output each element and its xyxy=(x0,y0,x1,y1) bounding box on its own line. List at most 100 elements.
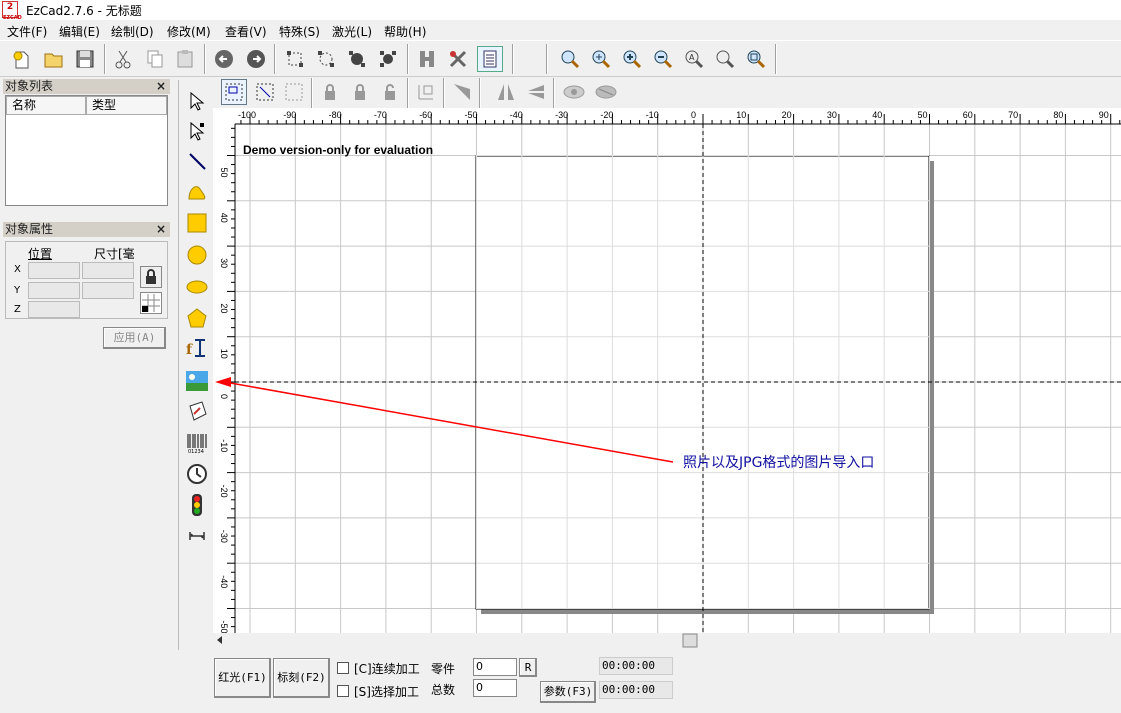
delay-clock-icon[interactable] xyxy=(184,461,210,487)
toolbar-separator xyxy=(443,78,445,108)
window-title: EzCad2.7.6 - 无标题 xyxy=(26,4,142,18)
menu-laser[interactable]: 激光(L) xyxy=(332,23,372,40)
paste-icon[interactable] xyxy=(172,46,198,72)
reset-button[interactable]: R xyxy=(519,658,537,677)
menu-file[interactable]: 文件(F) xyxy=(7,23,47,40)
ruler-v-label: -30 xyxy=(219,530,229,543)
object-list[interactable]: 名称 类型 xyxy=(5,95,168,206)
menu-draw[interactable]: 绘制(D) xyxy=(111,23,154,40)
ruler-v-label: -20 xyxy=(219,485,229,498)
pos-x-field[interactable] xyxy=(28,262,80,279)
io-signal-icon[interactable] xyxy=(184,492,210,518)
params-button[interactable]: 参数(F3) xyxy=(540,681,596,703)
group-icon[interactable] xyxy=(221,79,247,105)
selected-checkbox[interactable] xyxy=(337,685,349,697)
menu-special[interactable]: 特殊(S) xyxy=(279,23,320,40)
rectangle-icon[interactable] xyxy=(184,210,210,236)
node-align-icon[interactable] xyxy=(375,46,401,72)
hide-eye-icon[interactable] xyxy=(593,79,619,105)
show-eye-icon[interactable] xyxy=(561,79,587,105)
ruler-v-label: 40 xyxy=(219,213,229,223)
ungroup-icon[interactable] xyxy=(252,79,278,105)
cut-icon[interactable] xyxy=(110,46,136,72)
canvas-surface[interactable]: -100 -90 -80 -70 -60 -50 -40 -30 -20 -10 0 10 20 30 40… xyxy=(213,108,1121,648)
ruler-v-label: 10 xyxy=(219,349,229,359)
polygon-icon[interactable] xyxy=(184,305,210,331)
menu-view[interactable]: 查看(V) xyxy=(225,23,267,40)
settings-tool-icon[interactable] xyxy=(445,46,471,72)
redo-icon[interactable] xyxy=(243,46,269,72)
pos-z-field[interactable] xyxy=(28,301,80,318)
mark-control-bar: 红光(F1) 标刻(F2) [C]连续加工 [S]选择加工 零件 总数 0 R … xyxy=(213,648,1121,713)
object-list-title: 对象列表 xyxy=(5,79,54,93)
zoom-all-icon[interactable]: A xyxy=(681,46,707,72)
menu-help[interactable]: 帮助(H) xyxy=(384,23,426,40)
line-icon[interactable] xyxy=(184,148,210,174)
size-x-field[interactable] xyxy=(82,262,134,279)
vector-file-icon[interactable] xyxy=(184,398,210,424)
copy-icon[interactable] xyxy=(142,46,168,72)
hatch-icon[interactable] xyxy=(414,46,440,72)
lock-icon[interactable] xyxy=(317,79,343,105)
menu-modify[interactable]: 修改(M) xyxy=(167,23,211,40)
annotation-text: 照片以及JPG格式的图片导入口 xyxy=(683,455,874,471)
barcode-icon[interactable]: 01234 xyxy=(184,430,210,456)
new-icon[interactable] xyxy=(8,46,34,72)
select-arrow-icon[interactable] xyxy=(184,88,210,114)
to-origin-icon[interactable] xyxy=(413,79,439,105)
menu-edit[interactable]: 编辑(E) xyxy=(59,23,100,40)
column-name[interactable]: 名称 xyxy=(6,96,86,115)
reverse-path-icon[interactable] xyxy=(449,79,475,105)
mirror-vertical-icon[interactable] xyxy=(523,79,549,105)
lock-ratio-icon[interactable] xyxy=(140,266,162,288)
node-move-icon[interactable] xyxy=(344,46,370,72)
scrollbar-thumb[interactable] xyxy=(682,633,698,648)
anchor-grid-icon[interactable] xyxy=(140,292,162,314)
text-icon[interactable]: f xyxy=(184,335,210,361)
size-y-field[interactable] xyxy=(82,282,134,299)
unlock-icon[interactable] xyxy=(347,79,373,105)
unlock-all-icon[interactable] xyxy=(377,79,403,105)
node-select-icon[interactable] xyxy=(313,46,339,72)
ellipse-icon[interactable] xyxy=(184,274,210,300)
mark-button[interactable]: 标刻(F2) xyxy=(273,658,330,698)
column-type[interactable]: 类型 xyxy=(86,96,167,115)
zoom-select-icon[interactable] xyxy=(712,46,738,72)
horizontal-scrollbar[interactable] xyxy=(213,633,1121,648)
total-input[interactable]: 0 xyxy=(473,679,517,697)
ruler-h-label: -10 xyxy=(646,110,659,120)
ruler-h-label: 20 xyxy=(782,110,792,120)
parts-input[interactable]: 0 xyxy=(473,658,517,676)
zoom-page-icon[interactable] xyxy=(743,46,769,72)
zoom-icon[interactable] xyxy=(557,46,583,72)
edit-toolbar xyxy=(215,78,1121,108)
drawing-canvas[interactable]: -100 -90 -80 -70 -60 -50 -40 -30 -20 -10 0 10 20 30 40… xyxy=(213,108,1121,648)
node-tool-icon[interactable] xyxy=(184,118,210,144)
draw-toolbar: f 01234 xyxy=(178,80,212,650)
red-light-button[interactable]: 红光(F1) xyxy=(214,658,271,698)
pos-y-field[interactable] xyxy=(28,282,80,299)
curve-icon[interactable] xyxy=(184,179,210,205)
toolbar-separator xyxy=(274,44,276,74)
zoom-in-icon[interactable] xyxy=(588,46,614,72)
parameters-icon[interactable] xyxy=(477,46,503,72)
ruler-v-label: 30 xyxy=(219,258,229,268)
apply-button[interactable]: 应用(A) xyxy=(103,327,166,349)
mirror-horizontal-icon[interactable] xyxy=(493,79,519,105)
save-icon[interactable] xyxy=(72,46,98,72)
object-list-close-icon[interactable]: × xyxy=(156,79,166,94)
ruler-h-label: 0 xyxy=(691,110,696,120)
zoom-out-icon[interactable] xyxy=(650,46,676,72)
node-edit-icon[interactable] xyxy=(282,46,308,72)
object-list-header: 对象列表 × xyxy=(3,79,170,94)
port-output-icon[interactable] xyxy=(184,523,210,549)
bitmap-import-icon[interactable] xyxy=(184,368,210,394)
open-icon[interactable] xyxy=(40,46,66,72)
object-props-close-icon[interactable]: × xyxy=(156,222,166,237)
parts-label: 零件 xyxy=(431,662,456,676)
circle-icon[interactable] xyxy=(184,242,210,268)
zoom-plus-icon[interactable] xyxy=(619,46,645,72)
undo-icon[interactable] xyxy=(211,46,237,72)
group-disabled-icon[interactable] xyxy=(281,79,307,105)
continuous-checkbox[interactable] xyxy=(337,662,349,674)
